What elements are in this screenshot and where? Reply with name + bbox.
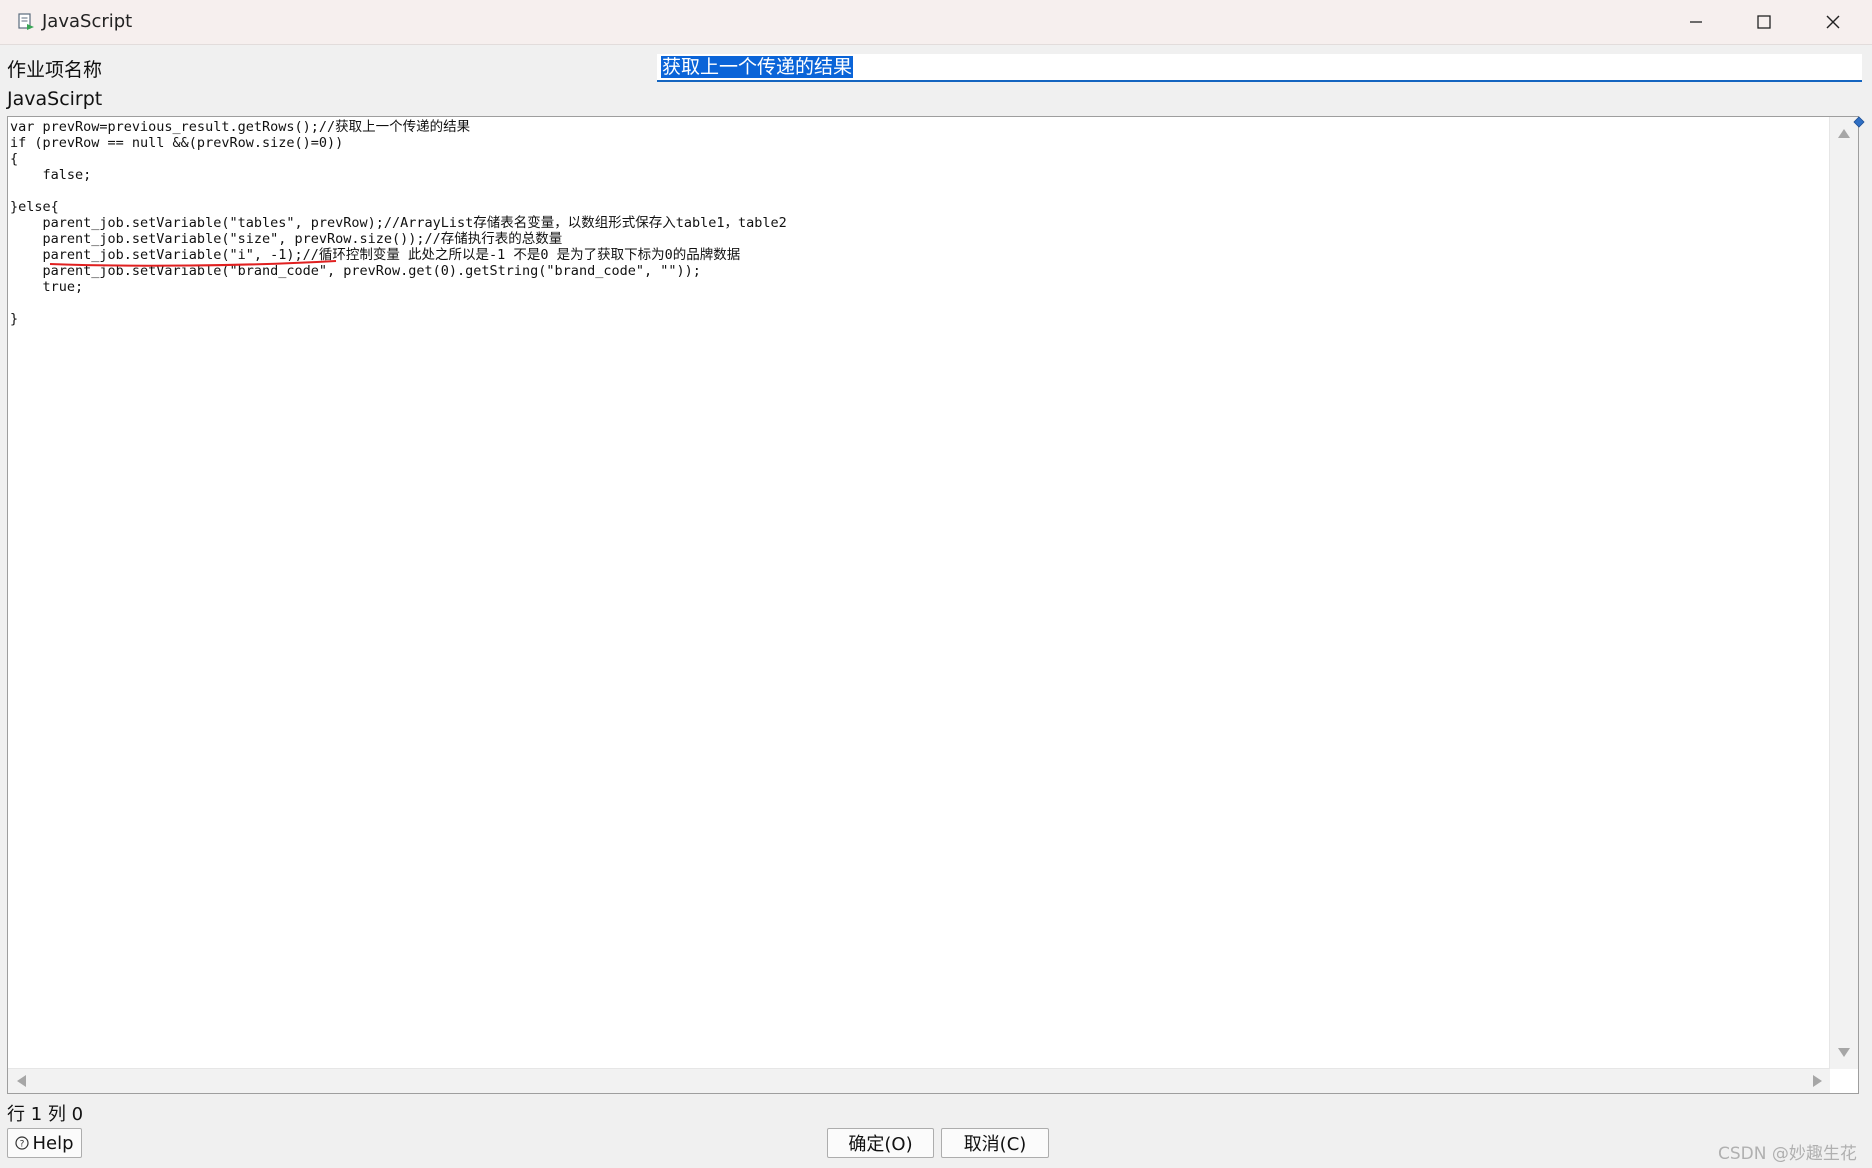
vertical-scrollbar[interactable] — [1829, 117, 1858, 1069]
job-entry-name-value: 获取上一个传递的结果 — [661, 56, 854, 78]
job-entry-name-input[interactable]: 获取上一个传递的结果 — [657, 54, 1862, 82]
help-button-label: Help — [32, 1132, 74, 1154]
window-titlebar: JavaScript — [0, 0, 1872, 45]
window-title: JavaScript — [42, 11, 133, 32]
job-entry-name-label: 作业项名称 — [7, 59, 103, 81]
cursor-position-status: 行 1 列 0 — [7, 1104, 84, 1125]
close-icon — [1826, 15, 1840, 29]
code-line: } — [10, 311, 19, 327]
script-label: JavaScirpt — [7, 88, 103, 110]
code-line: true; — [10, 279, 84, 295]
maximize-icon — [1757, 15, 1771, 29]
horizontal-scrollbar[interactable] — [8, 1068, 1830, 1093]
scroll-down-arrow-icon[interactable] — [1838, 1048, 1850, 1057]
script-icon — [18, 13, 34, 30]
close-button[interactable] — [1800, 0, 1866, 44]
code-line: false; — [10, 167, 92, 183]
cancel-button[interactable]: 取消(C) — [941, 1128, 1049, 1158]
watermark: CSDN @妙趣生花 — [1718, 1144, 1857, 1164]
code-line: if (prevRow == null &&(prevRow.size()=0)… — [10, 135, 344, 151]
code-line: var prevRow=previous_result.getRows();//… — [10, 119, 471, 135]
maximize-button[interactable] — [1731, 0, 1797, 44]
code-line: }else{ — [10, 199, 59, 215]
ok-button[interactable]: 确定(O) — [827, 1128, 934, 1158]
script-editor[interactable]: var prevRow=previous_result.getRows();//… — [7, 116, 1859, 1094]
minimize-button[interactable] — [1663, 0, 1729, 44]
scroll-right-arrow-icon[interactable] — [1813, 1075, 1822, 1087]
red-underline-annotation — [49, 260, 337, 267]
code-line: parent_job.setVariable("size", prevRow.s… — [10, 231, 563, 247]
svg-text:?: ? — [20, 1140, 25, 1150]
code-text[interactable]: var prevRow=previous_result.getRows();//… — [10, 119, 787, 327]
scroll-left-arrow-icon[interactable] — [17, 1075, 26, 1087]
code-line: { — [10, 151, 19, 167]
diamond-icon — [1853, 116, 1865, 128]
help-icon: ? — [15, 1136, 30, 1150]
help-button[interactable]: ? Help — [7, 1128, 82, 1158]
minimize-icon — [1690, 21, 1702, 23]
scroll-up-arrow-icon[interactable] — [1838, 129, 1850, 138]
code-line: parent_job.setVariable("tables", prevRow… — [10, 215, 787, 231]
